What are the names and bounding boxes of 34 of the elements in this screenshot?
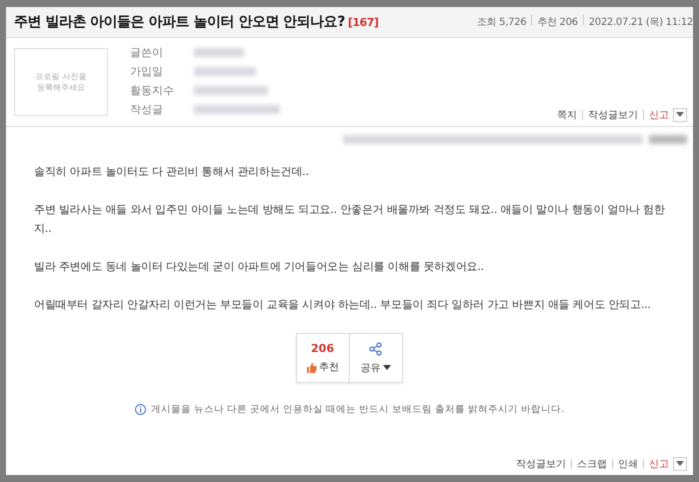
footer-link[interactable]: 인쇄 bbox=[618, 457, 638, 471]
profile-link[interactable]: 작성글보기 bbox=[588, 108, 638, 122]
post-paragraph: 빌라 주변에도 동네 놀이터 다있는데 굳이 아파트에 기어들어오는 심리를 이해를 못하겠어요.. bbox=[34, 259, 485, 275]
post-title: 주변 빌라촌 아이들은 아파트 놀이터 안오면 안되나요? bbox=[14, 14, 345, 30]
dropdown-button[interactable] bbox=[673, 457, 687, 471]
post-meta: 추천 206 bbox=[537, 17, 578, 28]
recommend-button[interactable]: 206 추천 bbox=[296, 333, 350, 383]
caret-icon bbox=[382, 364, 390, 370]
profile-label: 가입일 bbox=[130, 64, 164, 79]
photo-placeholder-text: 프로필 사진을 등록해주세요 bbox=[36, 70, 86, 94]
redacted-value bbox=[194, 67, 256, 76]
info-icon bbox=[134, 404, 146, 415]
post-paragraph: 솔직히 아파트 놀이터도 다 관리비 통해서 관리하는건데.. bbox=[34, 164, 310, 180]
notice-text: 게시물을 뉴스나 다른 곳에서 인용하실 때에는 반드시 보배드림 출처를 밝혀주시기 바랍니다. bbox=[150, 403, 564, 416]
caret-icon bbox=[676, 112, 684, 118]
post-meta: 2022.07.21 (목) 11:12 bbox=[588, 17, 693, 28]
profile-link[interactable]: 쪽지 bbox=[557, 108, 577, 122]
post-paragraph: 주변 빌라사는 애들 와서 입주민 아이들 노는데 방해도 되고요.. 안좋은거 배울까봐 걱정도 돼요.. 애들이 말이나 행동이 얼마나 험한지.. bbox=[34, 202, 665, 237]
profile-label: 글쓴이 bbox=[130, 45, 164, 60]
post-paragraph: 어릴때부터 갈자리 안갈자리 이런거는 부모들이 교육을 시켜야 하는데.. 부모들이 죄다 일하러 가고 바쁜지 애들 케어도 안되고... bbox=[34, 297, 652, 313]
post-meta: 조회 5,726 bbox=[476, 17, 526, 28]
profile-label: 활동지수 bbox=[130, 83, 175, 98]
profile-label: 작성글 bbox=[130, 102, 164, 117]
footer-link[interactable]: 작성글보기 bbox=[516, 457, 566, 471]
thumbs-up-icon bbox=[306, 362, 317, 372]
footer-link[interactable]: 신고 bbox=[649, 457, 669, 471]
share-icon bbox=[368, 342, 382, 356]
share-button[interactable]: 공유 bbox=[348, 333, 402, 383]
footer-link[interactable]: 스크랩 bbox=[577, 457, 607, 471]
redacted-value bbox=[194, 48, 244, 57]
profile-link[interactable]: 신고 bbox=[649, 108, 669, 122]
caret-icon bbox=[676, 461, 684, 467]
dropdown-button[interactable] bbox=[673, 108, 687, 122]
comment-count: [167] bbox=[348, 16, 378, 29]
